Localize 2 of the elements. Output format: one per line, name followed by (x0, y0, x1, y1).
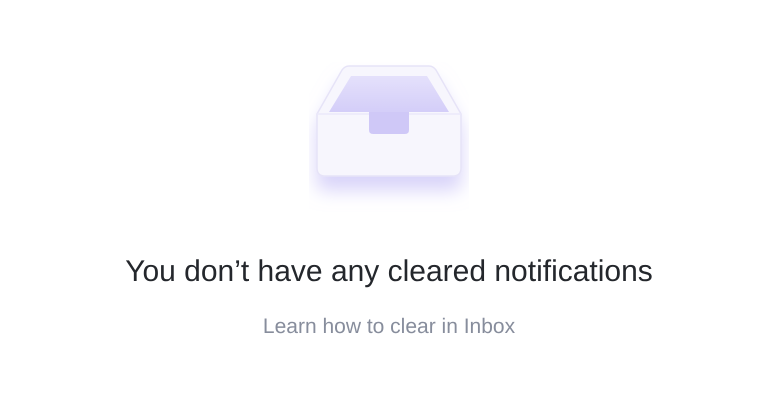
learn-link[interactable]: Learn how to clear in Inbox (262, 314, 516, 340)
empty-state-title: You don’t have any cleared notifications (125, 254, 653, 290)
